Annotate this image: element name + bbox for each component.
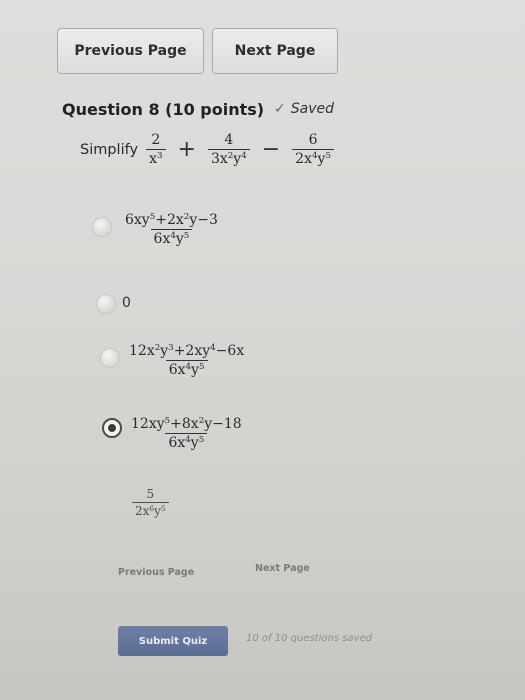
option-1-answer[interactable]: 6xy5+2x2y−3 6x4y5 <box>122 212 221 247</box>
option-3-answer[interactable]: 12x2y3+2xy4−6x 6x4y5 <box>126 343 247 378</box>
option-1-radio[interactable] <box>92 217 112 237</box>
save-status-text: 10 of 10 questions saved <box>246 633 372 644</box>
term-fraction-3: 6 2x4y5 <box>292 132 334 167</box>
question-prompt: Simplify 2 x3 + 4 3x2y4 − 6 2x4y5 <box>80 132 334 167</box>
previous-page-button[interactable]: Previous Page <box>57 28 204 74</box>
previous-page-link-bottom[interactable]: Previous Page <box>118 567 194 578</box>
option-4-radio-selected[interactable] <box>102 418 122 438</box>
plus-operator: + <box>177 137 196 162</box>
term-fraction-1: 2 x3 <box>146 132 166 167</box>
next-page-link-bottom[interactable]: Next Page <box>255 563 310 574</box>
prompt-label: Simplify <box>80 141 139 158</box>
option-2-radio[interactable] <box>96 294 116 314</box>
minus-operator: − <box>261 137 281 162</box>
question-header: Question 8 (10 points) <box>62 100 264 119</box>
next-page-button[interactable]: Next Page <box>212 28 338 74</box>
saved-label: Saved <box>290 101 334 117</box>
option-4-answer[interactable]: 12xy5+8x2y−18 6x4y5 <box>128 416 245 451</box>
term-fraction-2: 4 3x2y4 <box>207 132 250 167</box>
question-title: Question 8 (10 points) <box>62 100 265 119</box>
option-2-answer[interactable]: 0 <box>122 295 131 311</box>
checkmark-icon: ✓ <box>274 101 286 117</box>
saved-status: ✓ Saved <box>274 101 334 117</box>
option-3-radio[interactable] <box>100 348 120 368</box>
option-5-answer[interactable]: 5 2x6y5 <box>132 487 169 518</box>
submit-quiz-button[interactable]: Submit Quiz <box>118 626 228 656</box>
